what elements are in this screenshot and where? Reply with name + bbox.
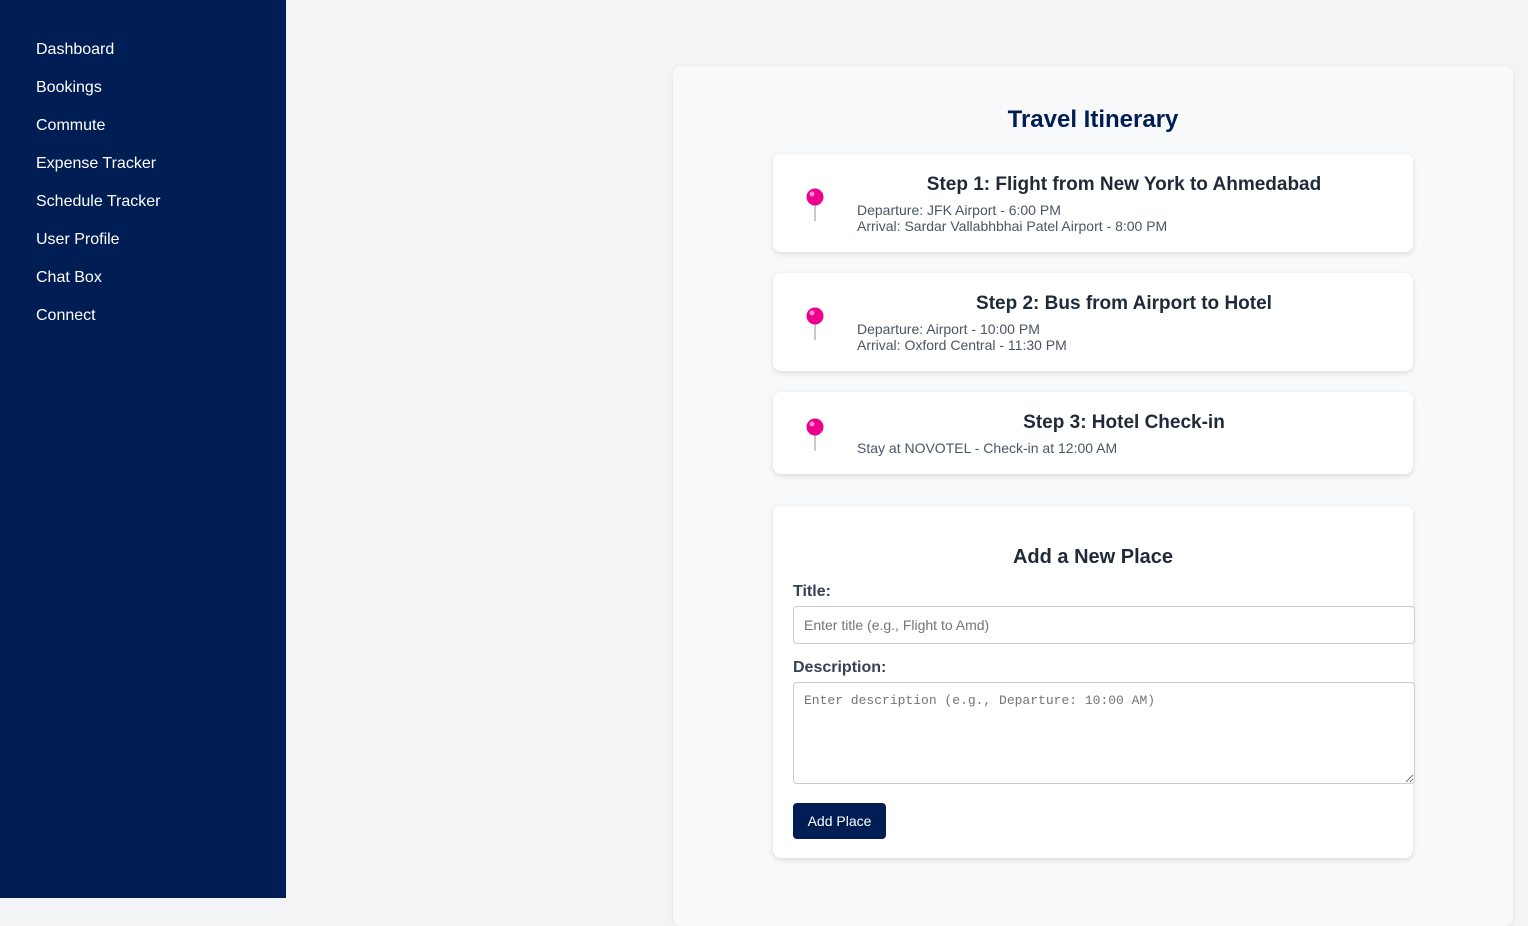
sidebar-item-commute[interactable]: Commute <box>0 116 286 154</box>
sidebar-nav: Dashboard Bookings Commute Expense Track… <box>0 0 286 344</box>
sidebar: Dashboard Bookings Commute Expense Track… <box>0 0 286 898</box>
sidebar-item-bookings[interactable]: Bookings <box>0 78 286 116</box>
pin-icon <box>805 418 825 452</box>
pin-icon <box>805 307 825 341</box>
step-arrival: Arrival: Oxford Central - 11:30 PM <box>857 337 1067 353</box>
page-title: Travel Itinerary <box>1007 106 1179 133</box>
add-place-button[interactable]: Add Place <box>793 803 886 839</box>
sidebar-item-chat-box[interactable]: Chat Box <box>0 268 286 306</box>
title-input[interactable] <box>793 606 1415 644</box>
description-label: Description: <box>793 659 887 676</box>
itinerary-step-card: Step 1: Flight from New York to Ahmedaba… <box>773 154 1413 252</box>
step-title: Step 2: Bus from Airport to Hotel <box>976 293 1272 314</box>
pin-icon <box>805 188 825 222</box>
step-departure: Departure: Airport - 10:00 PM <box>857 321 1040 337</box>
step-title: Step 3: Hotel Check-in <box>1023 412 1225 433</box>
itinerary-step-card: Step 2: Bus from Airport to Hotel Depart… <box>773 273 1413 371</box>
sidebar-item-expense-tracker[interactable]: Expense Tracker <box>0 154 286 192</box>
step-arrival: Arrival: Sardar Vallabhbhai Patel Airpor… <box>857 218 1168 234</box>
sidebar-item-connect[interactable]: Connect <box>0 306 286 344</box>
sidebar-item-schedule-tracker[interactable]: Schedule Tracker <box>0 192 286 230</box>
title-label: Title: <box>793 583 831 600</box>
add-place-form: Add a New Place Title: Description: Add … <box>773 506 1415 858</box>
form-title: Add a New Place <box>1012 546 1174 568</box>
step-title: Step 1: Flight from New York to Ahmedaba… <box>926 174 1322 195</box>
description-input[interactable] <box>793 682 1415 784</box>
step-details: Stay at NOVOTEL - Check-in at 12:00 AM <box>857 440 1118 456</box>
step-departure: Departure: JFK Airport - 6:00 PM <box>857 202 1061 218</box>
sidebar-item-dashboard[interactable]: Dashboard <box>0 40 286 78</box>
itinerary-step-card: Step 3: Hotel Check-in Stay at NOVOTEL -… <box>773 392 1413 474</box>
sidebar-item-user-profile[interactable]: User Profile <box>0 230 286 268</box>
itinerary-panel: Travel Itinerary Step 1: Flight from New… <box>673 66 1513 926</box>
